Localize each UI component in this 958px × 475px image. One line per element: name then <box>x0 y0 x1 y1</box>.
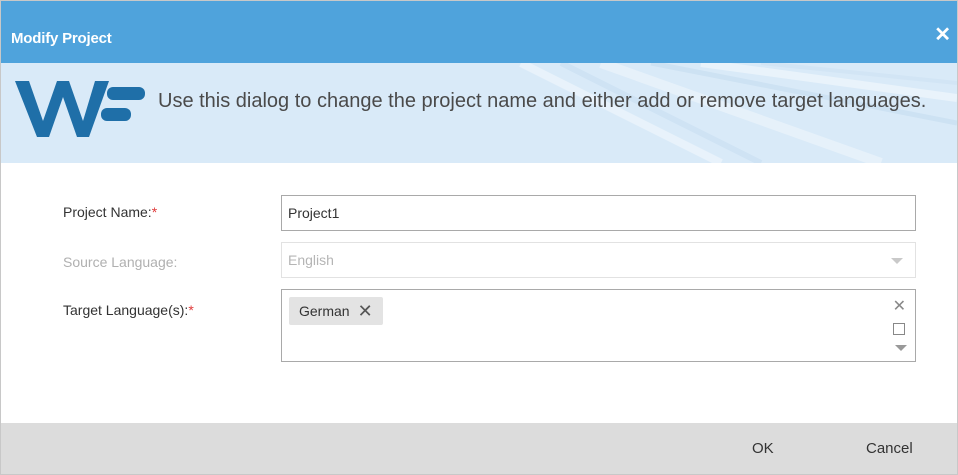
cancel-button[interactable]: Cancel <box>866 440 913 457</box>
project-name-label: Project Name:* <box>63 204 157 220</box>
close-icon[interactable]: ✕ <box>934 25 951 45</box>
banner-description: Use this dialog to change the project na… <box>158 90 927 112</box>
source-language-value: English <box>288 252 334 268</box>
ok-button[interactable]: OK <box>752 440 774 457</box>
target-languages-multiselect[interactable]: German ✕ ✕ <box>281 289 916 362</box>
modify-project-dialog: Modify Project ✕ Use this dialog to chan… <box>0 0 958 475</box>
dialog-titlebar[interactable]: Modify Project ✕ <box>1 1 957 63</box>
target-languages-label-text: Target Language(s): <box>63 302 189 318</box>
wf-logo <box>15 81 145 137</box>
required-marker: * <box>188 302 194 318</box>
project-form: Project Name:* Source Language: English … <box>1 163 957 423</box>
language-tag-label: German <box>299 303 350 319</box>
source-language-select: English <box>281 242 916 278</box>
dialog-title: Modify Project <box>11 30 112 47</box>
required-marker: * <box>151 204 158 220</box>
dialog-footer: OK Cancel <box>1 423 957 474</box>
clear-icon[interactable]: ✕ <box>893 296 906 316</box>
project-name-input[interactable] <box>281 195 916 231</box>
checkbox-icon[interactable] <box>893 323 905 335</box>
language-tag-german: German ✕ <box>289 297 383 325</box>
project-name-label-text: Project Name: <box>63 204 152 220</box>
target-languages-label: Target Language(s):* <box>63 302 194 318</box>
dialog-banner: Use this dialog to change the project na… <box>1 63 957 163</box>
source-language-label: Source Language: <box>63 254 178 270</box>
remove-tag-icon[interactable]: ✕ <box>358 301 373 321</box>
chevron-down-icon <box>891 258 903 264</box>
chevron-down-icon[interactable] <box>895 345 907 351</box>
